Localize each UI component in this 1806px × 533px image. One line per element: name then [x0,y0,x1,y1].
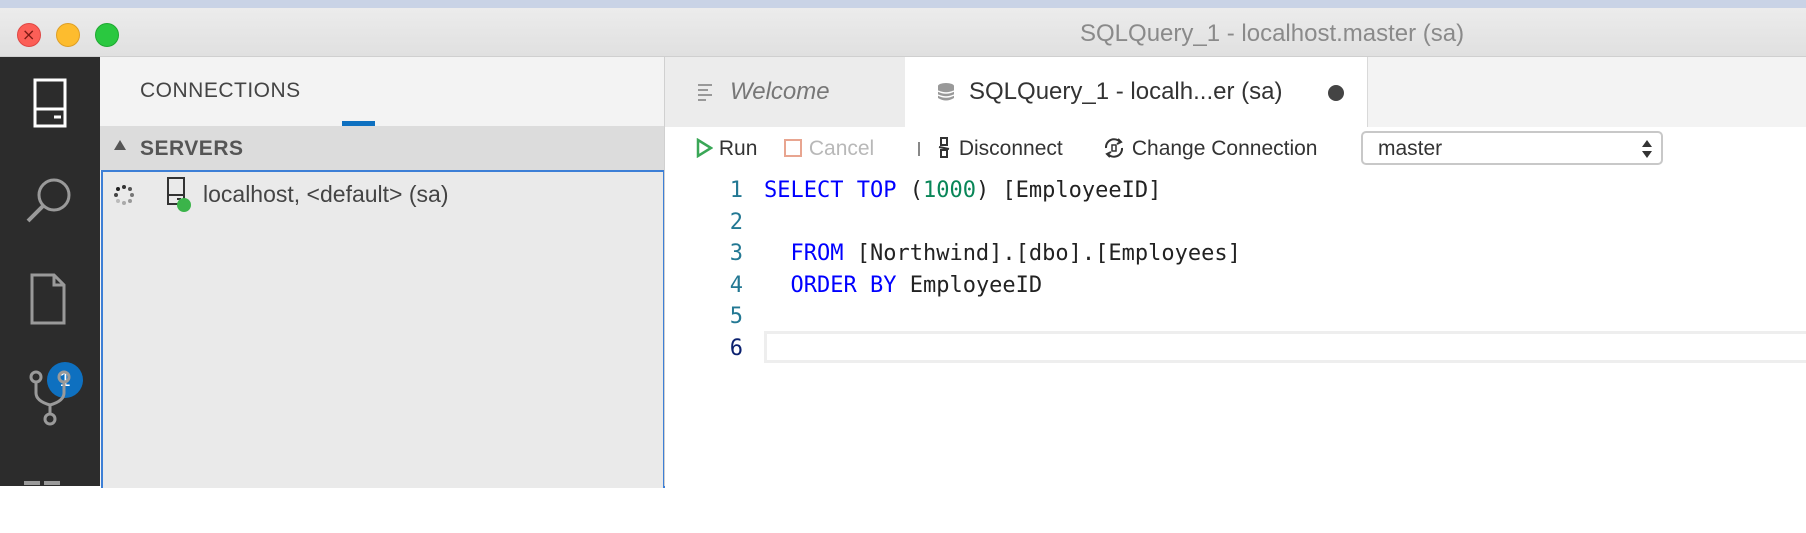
disconnect-button[interactable]: Disconnect [935,134,1063,164]
current-line-highlight [764,330,1806,363]
explorer-files-icon[interactable] [18,267,82,331]
sql-text: ) [EmployeeID] [975,178,1162,203]
sql-number: 1000 [922,178,976,203]
window-title: SQLQuery_1 - localhost.master (sa) [1080,20,1465,47]
desktop-strip [0,0,1806,8]
change-connection-button[interactable]: Change Connection [1102,134,1317,164]
servers-section-header[interactable]: SERVERS [100,126,664,170]
servers-section-label: SERVERS [140,137,244,160]
database-select[interactable]: master [1361,131,1663,165]
close-icon: × [22,25,36,44]
sql-text: EmployeeID [896,272,1043,298]
run-label: Run [718,137,758,160]
document-lines-icon [698,84,712,101]
tab-sqlquery[interactable]: SQLQuery_1 - localh...er (sa) [905,57,1368,127]
connections-sidebar: CONNECTIONS SERVERS localhost, <default>… [100,57,665,488]
tab-sqlquery-label: SQLQuery_1 - localh...er (sa) [969,78,1283,105]
loading-spinner-icon [114,185,134,205]
unsaved-indicator-icon[interactable] [1328,85,1344,101]
tab-welcome-label: Welcome [730,78,830,105]
change-connection-label: Change Connection [1131,137,1318,160]
minimize-window-button[interactable] [56,23,80,47]
editor-area: Welcome SQLQuery_1 - localh...er (sa) Ru… [664,57,1806,486]
tab-bar: Welcome SQLQuery_1 - localh...er (sa) [665,57,1806,127]
connections-header: CONNECTIONS [140,79,301,102]
close-window-button[interactable]: × [17,23,41,47]
collapse-caret-icon[interactable] [114,140,126,150]
play-icon [696,137,714,159]
code-editor[interactable]: 1 SELECT TOP (1000) [EmployeeID] 2 3 FROM [… [665,171,1806,486]
cancel-label: Cancel [808,137,875,160]
sql-text: [Northwind].[dbo].[Employees] [843,241,1241,266]
server-label: localhost, <default> (sa) [203,181,449,207]
stop-icon [784,139,802,157]
disconnect-plug-icon [938,137,950,158]
sql-keyword: SELECT TOP [764,178,897,203]
title-bar: × SQLQuery_1 - localhost.master (sa) [0,8,1806,57]
server-tree-item[interactable]: localhost, <default> (sa) [103,172,663,216]
servers-icon[interactable] [18,71,82,135]
server-tree: localhost, <default> (sa) [101,170,665,488]
search-icon[interactable] [18,169,82,233]
database-icon [937,83,955,101]
disconnect-label: Disconnect [958,137,1063,160]
maximize-window-button[interactable] [95,23,119,47]
cancel-button[interactable]: Cancel [783,134,874,164]
database-select-value: master [1378,137,1443,160]
tab-welcome[interactable]: Welcome [665,57,906,127]
run-button[interactable]: Run [695,134,757,164]
toolbar-separator [918,142,920,156]
select-arrows-icon [1642,140,1652,158]
query-toolbar: Run Cancel Disconnect Change Connection … [665,127,1806,171]
sql-keyword: FROM [790,241,844,266]
line-number: 6 [729,335,743,361]
activity-bar: 1 [0,57,100,486]
source-control-icon[interactable] [18,365,82,429]
sql-keyword: ORDER BY [790,272,897,298]
change-connection-icon [1104,138,1124,158]
code-line[interactable]: 6 [665,330,1806,367]
extensions-icon[interactable] [18,469,82,533]
sql-text: ( [896,178,923,203]
server-connected-icon [167,177,191,212]
